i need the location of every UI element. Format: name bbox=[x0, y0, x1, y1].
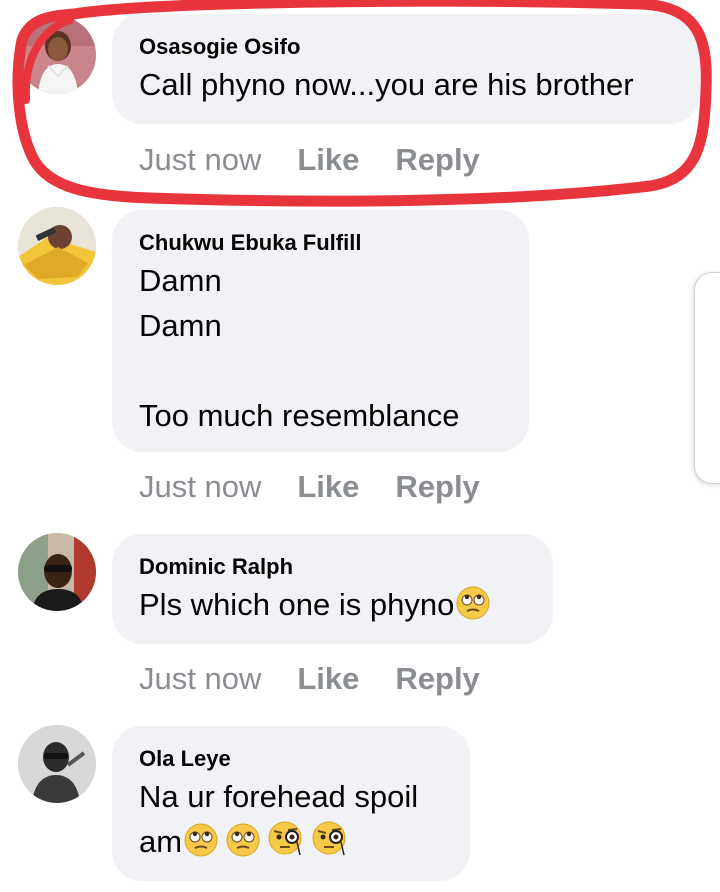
avatar[interactable] bbox=[18, 533, 96, 611]
comment-text: Pls which one is phyno bbox=[139, 582, 527, 632]
avatar[interactable] bbox=[18, 207, 96, 285]
comment-actions: Just now Like Reply bbox=[139, 140, 480, 180]
like-button[interactable]: Like bbox=[297, 142, 359, 177]
comment-bubble: Dominic Ralph Pls which one is phyno bbox=[112, 534, 553, 644]
side-panel-card bbox=[694, 272, 720, 484]
comment-actions: Just now Like Reply bbox=[139, 659, 480, 699]
comment-author[interactable]: Dominic Ralph bbox=[139, 554, 527, 580]
comment-bubble: Ola Leye Na ur forehead spoil am bbox=[112, 726, 470, 881]
comment-author[interactable]: Osasogie Osifo bbox=[139, 34, 674, 60]
face-with-rolling-eyes-icon bbox=[184, 823, 218, 869]
comment-author[interactable]: Ola Leye bbox=[139, 746, 444, 772]
comment-timestamp: Just now bbox=[139, 661, 262, 696]
comments-screen: Osasogie Osifo Call phyno now...you are … bbox=[0, 0, 720, 892]
profile-photo-man-black-white-icon bbox=[18, 725, 96, 803]
face-with-monocle-icon bbox=[312, 821, 348, 869]
comment-actions: Just now Like Reply bbox=[139, 467, 480, 507]
comment-text: Call phyno now...you are his brother bbox=[139, 67, 634, 102]
comment-text: Na ur forehead spoil am bbox=[139, 774, 444, 869]
comment-timestamp: Just now bbox=[139, 142, 262, 177]
reply-button[interactable]: Reply bbox=[395, 661, 479, 696]
face-with-rolling-eyes-icon bbox=[226, 823, 260, 869]
profile-photo-man-yellow-icon bbox=[18, 207, 96, 285]
profile-photo-man-sunglasses-icon bbox=[18, 533, 96, 611]
comment-timestamp: Just now bbox=[139, 469, 262, 504]
face-with-rolling-eyes-icon bbox=[456, 586, 490, 632]
reply-button[interactable]: Reply bbox=[395, 469, 479, 504]
profile-photo-woman-icon bbox=[18, 16, 96, 94]
avatar[interactable] bbox=[18, 725, 96, 803]
reply-button[interactable]: Reply bbox=[395, 142, 479, 177]
like-button[interactable]: Like bbox=[297, 469, 359, 504]
comment-text: Damn Damn Too much resemblance bbox=[139, 263, 460, 433]
comment-bubble: Osasogie Osifo Call phyno now...you are … bbox=[112, 14, 700, 124]
comment-bubble: Chukwu Ebuka Fulfill Damn Damn Too much … bbox=[112, 210, 529, 452]
comment-author[interactable]: Chukwu Ebuka Fulfill bbox=[139, 230, 503, 256]
like-button[interactable]: Like bbox=[297, 661, 359, 696]
face-with-monocle-icon bbox=[268, 821, 304, 869]
avatar[interactable] bbox=[18, 16, 96, 94]
